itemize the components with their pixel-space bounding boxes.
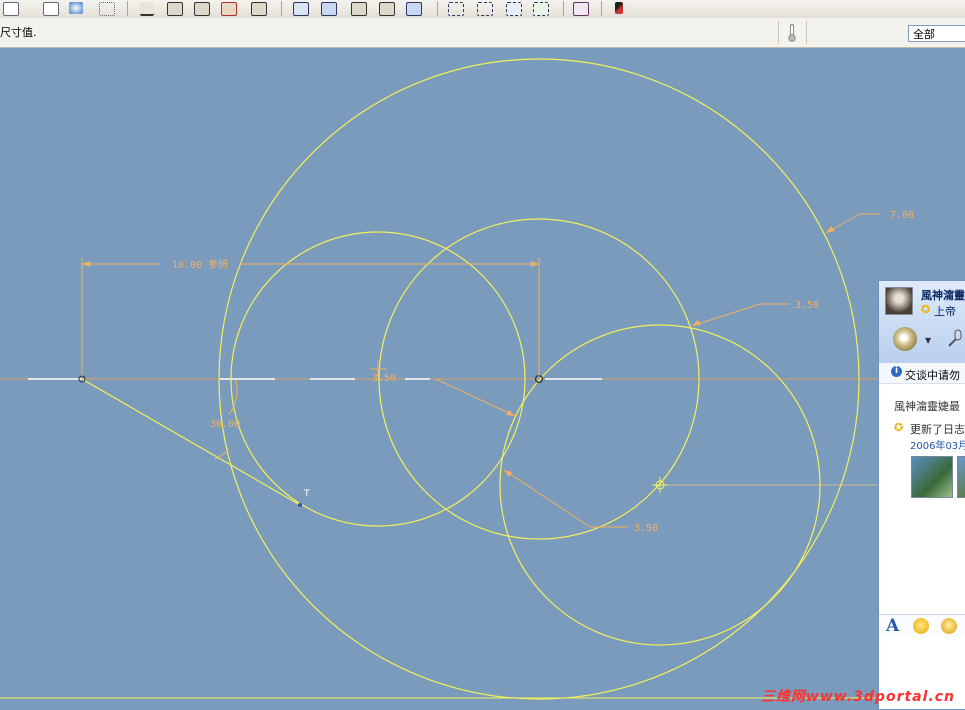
watermark: 三维网www.3dportal.cn bbox=[760, 689, 955, 705]
chat-date-link[interactable]: 2006年03月 bbox=[910, 437, 965, 452]
toolbar-separator bbox=[281, 1, 282, 16]
webcam-icon[interactable] bbox=[893, 327, 917, 351]
new-file-icon[interactable] bbox=[0, 0, 20, 16]
chat-message: 風神澝靈婕最 bbox=[894, 400, 960, 413]
small-circle-leader bbox=[435, 378, 516, 417]
select-chain-icon[interactable] bbox=[503, 0, 523, 16]
sketch-toolbar bbox=[0, 0, 965, 19]
show-vertices-icon[interactable] bbox=[403, 0, 423, 16]
toolbar-separator bbox=[563, 1, 564, 16]
middle-circle-leader bbox=[691, 303, 761, 327]
status-separator bbox=[806, 21, 807, 44]
chat-window[interactable]: 風神澝靈 ✪ 上帝 ▼ i 交谈中请勿 風神澝靈婕最 ✪ 更新了日志 2006年… bbox=[878, 280, 965, 710]
chat-format-toolbar: A bbox=[879, 614, 965, 637]
help-pointer-icon[interactable] bbox=[612, 0, 632, 16]
star-icon: ✪ bbox=[921, 303, 931, 316]
small-circle-dimension[interactable]: 3.50 bbox=[372, 373, 396, 384]
horizontal-dimension[interactable] bbox=[81, 258, 540, 376]
grid-snap-icon[interactable] bbox=[96, 0, 116, 16]
microphone-icon[interactable] bbox=[947, 329, 963, 347]
message-text: 尺寸值. bbox=[0, 26, 37, 39]
offset-circle-dimension[interactable]: 3.50 bbox=[634, 523, 658, 534]
contact-name: 風神澝靈 bbox=[921, 289, 965, 302]
view-3d-icon[interactable] bbox=[66, 0, 86, 16]
grid-display-icon[interactable] bbox=[248, 0, 268, 16]
toolbar-separator bbox=[601, 1, 602, 16]
chat-header: 風神澝靈 ✪ 上帝 ▼ bbox=[879, 281, 965, 363]
angle-dimension-arc[interactable] bbox=[228, 379, 238, 415]
open-file-icon[interactable] bbox=[40, 0, 60, 16]
middle-circle-dimension[interactable]: 3.50 bbox=[795, 300, 819, 311]
avatar[interactable] bbox=[885, 287, 913, 315]
photo-thumbnail[interactable] bbox=[911, 456, 953, 498]
show-grid-icon[interactable] bbox=[376, 0, 396, 16]
font-icon[interactable]: A bbox=[886, 616, 899, 636]
status-separator bbox=[778, 21, 779, 44]
large-circle-dimension[interactable]: 7.00 bbox=[890, 210, 914, 221]
show-constraints-icon[interactable] bbox=[348, 0, 368, 16]
photo-thumbnail[interactable] bbox=[957, 456, 965, 498]
selection-filter-dropdown[interactable]: 全部 bbox=[908, 25, 965, 42]
toolbar-separator bbox=[127, 1, 128, 16]
vertex-display-icon[interactable] bbox=[218, 0, 238, 16]
info-icon: i bbox=[891, 366, 902, 377]
tangent-constraint-label[interactable]: T bbox=[303, 489, 310, 499]
chat-notice-bar: i 交谈中请勿 bbox=[879, 363, 965, 384]
confirm-check-icon[interactable] bbox=[530, 0, 550, 16]
message-bar: 尺寸值. 全部 bbox=[0, 18, 965, 48]
saved-view-icon[interactable] bbox=[290, 0, 310, 16]
select-box-icon[interactable] bbox=[445, 0, 465, 16]
angled-line[interactable] bbox=[81, 378, 301, 506]
angle-dimension-arc[interactable] bbox=[214, 448, 230, 460]
analysis-icon[interactable] bbox=[570, 0, 590, 16]
show-dimensions-icon[interactable] bbox=[318, 0, 338, 16]
horizontal-dimension-label[interactable]: 10.00 参照 bbox=[172, 258, 228, 271]
sketch-canvas[interactable]: 10.00 参照 30.00 7.00 3.50 3.50 3.50 T bbox=[0, 48, 965, 710]
constraint-display-icon[interactable] bbox=[191, 0, 211, 16]
chevron-down-icon[interactable]: ▼ bbox=[925, 336, 931, 345]
chat-message: 更新了日志 bbox=[910, 423, 965, 436]
chat-notice: 交谈中请勿 bbox=[905, 369, 960, 382]
dimension-display-icon[interactable] bbox=[164, 0, 184, 16]
contact-status: 上帝 bbox=[934, 305, 956, 318]
star-icon: ✪ bbox=[894, 421, 904, 434]
regeneration-thermometer-icon bbox=[788, 24, 796, 42]
emoticon-icon[interactable] bbox=[913, 618, 929, 634]
line-tool-icon[interactable] bbox=[137, 0, 157, 16]
select-dotted-icon[interactable] bbox=[474, 0, 494, 16]
offset-circle-leader bbox=[503, 469, 591, 528]
wink-icon[interactable] bbox=[941, 618, 957, 634]
angle-dimension-label[interactable]: 30.00 bbox=[210, 419, 240, 430]
tangent-point[interactable] bbox=[298, 503, 302, 507]
toolbar-separator bbox=[437, 1, 438, 16]
